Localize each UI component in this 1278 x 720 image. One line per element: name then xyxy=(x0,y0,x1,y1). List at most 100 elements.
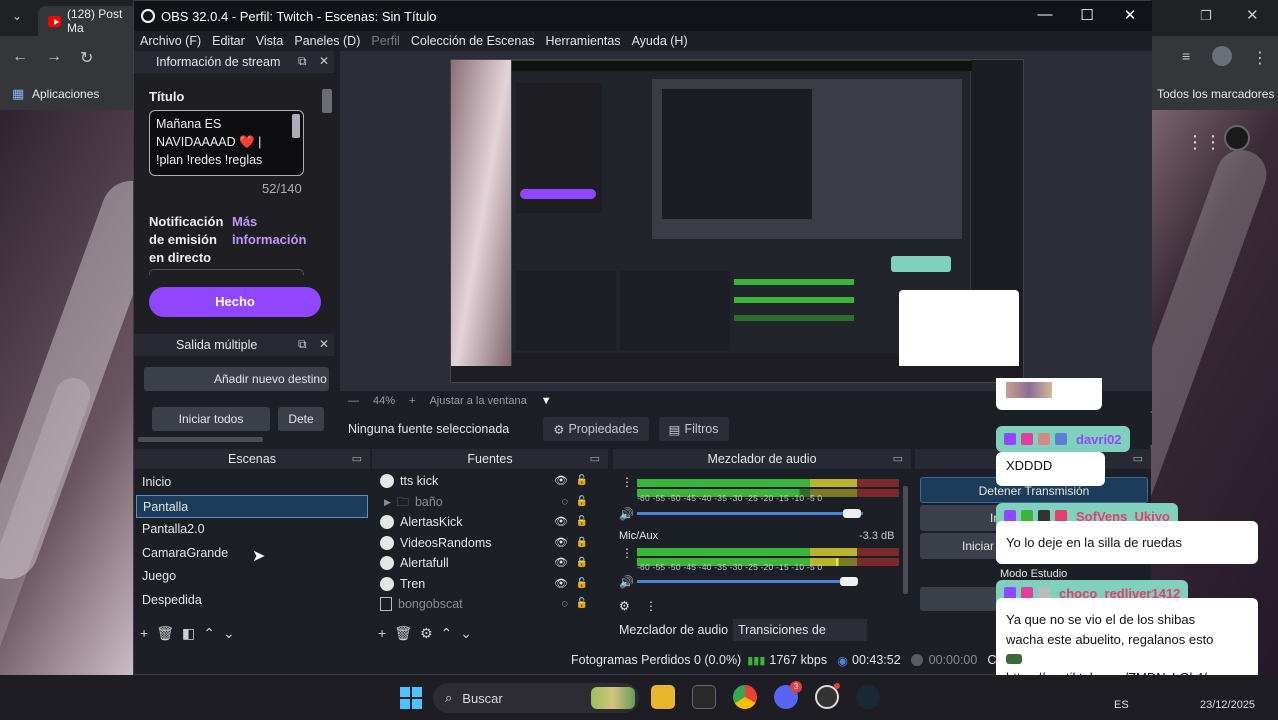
restore-icon[interactable]: ❐ xyxy=(1200,8,1212,24)
browser-tab[interactable]: (128) Post Ma xyxy=(38,6,138,36)
chrome-icon[interactable] xyxy=(733,685,757,709)
menu-view[interactable]: Vista xyxy=(256,34,284,48)
scene-filter-icon[interactable]: ◧ xyxy=(182,625,195,642)
source-item[interactable]: bongobscat ◌ 🔓 xyxy=(372,594,608,615)
taskbar-date[interactable]: 23/12/2025 xyxy=(1200,699,1255,711)
properties-button[interactable]: ⚙ Propiedades xyxy=(543,417,649,441)
back-icon[interactable]: ← xyxy=(12,48,28,66)
close-icon[interactable]: ✕ xyxy=(1116,6,1144,24)
zoom-out-icon[interactable]: — xyxy=(348,395,359,407)
file-explorer-icon[interactable] xyxy=(651,685,675,709)
undock-icon[interactable]: ⧉ xyxy=(298,337,307,352)
gear-icon[interactable]: ⚙ xyxy=(420,625,433,642)
mixer-scrollbar[interactable] xyxy=(903,486,908,594)
eye-icon[interactable]: 👁 xyxy=(554,533,568,554)
close-dock-icon[interactable]: ✕ xyxy=(319,337,329,351)
forward-icon[interactable]: → xyxy=(46,48,62,66)
move-up-icon[interactable]: ⌃ xyxy=(441,625,453,642)
media-icon[interactable]: ≡ xyxy=(1182,48,1190,64)
channel-menu-icon[interactable]: ⋮ xyxy=(621,475,633,489)
windows-start-icon[interactable] xyxy=(400,687,422,709)
app-icon[interactable] xyxy=(692,685,716,709)
lock-icon[interactable]: 🔒 xyxy=(576,533,588,554)
scene-item[interactable]: Inicio xyxy=(136,471,368,495)
menu-dots-icon[interactable]: ⋮ xyxy=(645,599,657,613)
fit-to-window[interactable]: Ajustar a la ventana xyxy=(429,395,526,407)
add-destination-button[interactable]: Añadir nuevo destino xyxy=(144,367,329,391)
dock-menu-icon[interactable]: ▭ xyxy=(590,449,600,469)
menu-help[interactable]: Ayuda (H) xyxy=(632,34,688,48)
eye-icon[interactable]: 👁 xyxy=(554,512,568,533)
move-down-icon[interactable]: ⌄ xyxy=(223,625,235,642)
trash-icon[interactable]: 🗑 xyxy=(394,625,412,642)
lock-icon[interactable]: 🔓 xyxy=(576,512,588,533)
tab-scene-transitions[interactable]: Transiciones de escena xyxy=(733,619,867,659)
menu-edit[interactable]: Editar xyxy=(212,34,245,48)
lock-icon[interactable]: 🔓 xyxy=(576,594,588,615)
source-item[interactable]: tts kick 👁 🔓 xyxy=(372,471,608,492)
volume-slider[interactable] xyxy=(637,512,863,515)
source-item[interactable]: AlertasKick 👁 🔓 xyxy=(372,512,608,533)
tab-audio-mixer[interactable]: Mezclador de audio xyxy=(613,619,733,641)
volume-slider[interactable] xyxy=(637,580,857,583)
close-icon[interactable]: ✕ xyxy=(1246,6,1259,24)
channel-menu-icon[interactable]: ⋮ xyxy=(621,546,633,560)
menu-tools[interactable]: Herramientas xyxy=(546,34,621,48)
source-item[interactable]: VideosRandoms 👁 🔒 xyxy=(372,533,608,554)
expand-icon[interactable]: ▶ xyxy=(384,492,391,513)
scene-item[interactable]: Pantalla xyxy=(136,494,368,518)
volume-knob[interactable] xyxy=(840,577,858,586)
scene-item[interactable]: Despedida xyxy=(136,589,368,613)
close-dock-icon[interactable]: ✕ xyxy=(319,54,329,68)
language-indicator[interactable]: ES xyxy=(1114,699,1129,711)
menu-profile[interactable]: Perfil xyxy=(371,34,399,48)
eye-icon[interactable]: 👁 xyxy=(554,471,568,492)
profile-avatar[interactable] xyxy=(1212,46,1232,66)
eye-icon[interactable]: 👁 xyxy=(554,574,568,595)
filters-button[interactable]: ▤ Filtros xyxy=(658,417,729,441)
dock-scrollbar[interactable] xyxy=(322,89,332,113)
source-item[interactable]: Tren 👁 🔓 xyxy=(372,574,608,595)
lock-icon[interactable]: 🔓 xyxy=(576,574,588,595)
fit-dropdown-icon[interactable]: ▼ xyxy=(541,395,552,407)
volume-knob[interactable] xyxy=(843,509,861,518)
eye-icon[interactable]: 👁 xyxy=(554,553,568,574)
steam-icon[interactable] xyxy=(856,685,880,709)
stop-all-button[interactable]: Dete xyxy=(278,407,324,431)
gear-icon[interactable]: ⚙ xyxy=(619,599,630,613)
done-button[interactable]: Hecho xyxy=(149,287,321,317)
taskbar-search[interactable]: ⌕ Buscar xyxy=(433,683,639,713)
menu-docks[interactable]: Paneles (D) xyxy=(294,34,360,48)
maximize-icon[interactable]: ☐ xyxy=(1073,6,1101,24)
preview-area[interactable] xyxy=(340,51,1152,391)
dock-scrollbar[interactable] xyxy=(138,437,263,442)
lock-icon[interactable]: 🔒 xyxy=(576,553,588,574)
speaker-icon[interactable]: 🔊 xyxy=(619,507,634,521)
dock-menu-icon[interactable]: ▭ xyxy=(893,449,903,469)
add-icon[interactable]: + xyxy=(378,625,386,641)
eye-hidden-icon[interactable]: ◌ xyxy=(561,492,568,513)
dock-menu-icon[interactable]: ▭ xyxy=(1133,449,1143,469)
lock-icon[interactable]: 🔓 xyxy=(576,471,588,492)
scene-item[interactable]: Juego xyxy=(136,565,368,589)
eye-hidden-icon[interactable]: ◌ xyxy=(561,594,568,615)
reload-icon[interactable]: ↻ xyxy=(80,48,93,68)
undock-icon[interactable]: ⧉ xyxy=(298,54,307,69)
move-down-icon[interactable]: ⌄ xyxy=(460,625,472,642)
source-item[interactable]: Alertafull 👁 🔒 xyxy=(372,553,608,574)
stream-title-input[interactable]: Mañana ES NAVIDAAAAD ❤️ | !plan !redes !… xyxy=(149,110,304,176)
move-up-icon[interactable]: ⌃ xyxy=(203,625,215,642)
source-item[interactable]: ▶ 🗀 baño ◌ 🔓 xyxy=(372,492,608,513)
menu-scene-collection[interactable]: Colección de Escenas xyxy=(411,34,535,48)
trash-icon[interactable]: 🗑 xyxy=(156,625,174,642)
menu-file[interactable]: Archivo (F) xyxy=(140,34,201,48)
minimize-icon[interactable]: — xyxy=(1031,6,1059,23)
speaker-icon[interactable]: 🔊 xyxy=(619,575,634,589)
menu-dots-icon[interactable]: ⋮ xyxy=(1252,48,1268,68)
tab-search-icon[interactable]: ⌄ xyxy=(12,9,22,23)
apps-bookmark[interactable]: Aplicaciones xyxy=(32,87,99,101)
lock-icon[interactable]: 🔓 xyxy=(576,492,588,513)
more-info-link[interactable]: Más información xyxy=(232,213,312,249)
zoom-in-icon[interactable]: + xyxy=(409,395,415,407)
start-all-button[interactable]: Iniciar todos xyxy=(152,407,270,431)
